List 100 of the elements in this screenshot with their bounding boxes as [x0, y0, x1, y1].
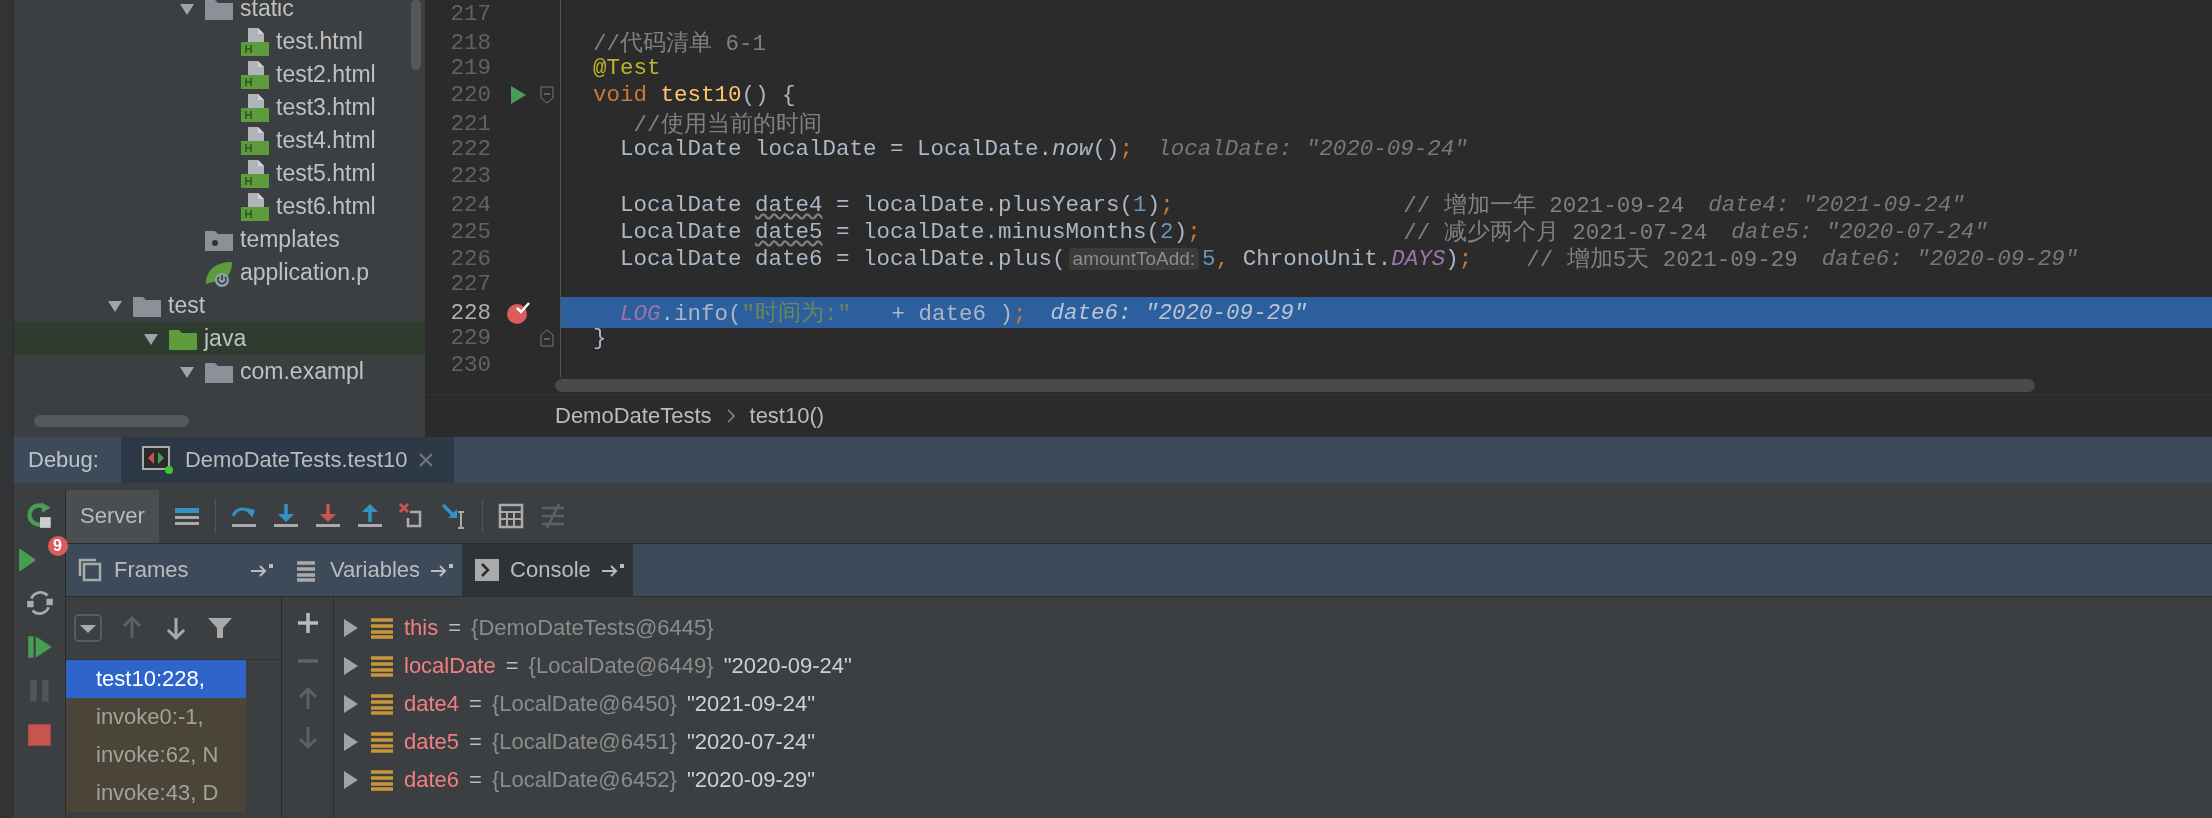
- line-number: 217: [449, 0, 492, 27]
- step-into-icon[interactable]: [271, 502, 300, 530]
- object-reference: {LocalDate@6452}: [491, 766, 677, 793]
- file-name[interactable]: test2.html: [276, 61, 376, 88]
- variable-name: date4: [404, 690, 460, 717]
- field-icon: [370, 691, 394, 716]
- chevron-icon: [725, 409, 736, 424]
- variable-name: date5: [404, 728, 460, 755]
- code-text: LocalDate date4 = localDate.plusYears(1);: [619, 191, 1174, 218]
- file-name[interactable]: test3.html: [276, 94, 376, 121]
- tab-label[interactable]: DemoDateTests.test10: [184, 447, 408, 473]
- run-icon[interactable]: [508, 84, 527, 105]
- stack-frame[interactable]: invoke0:-1,: [66, 697, 246, 736]
- step-out-icon[interactable]: [355, 502, 384, 530]
- stack-frame[interactable]: invoke:43, D: [66, 773, 246, 812]
- inline-value-hint: localDate: "2020-09-24": [1157, 135, 1468, 162]
- stack-frame[interactable]: test10:228,: [66, 659, 246, 698]
- code-comment: // 减少两个月 2021-07-24: [1402, 219, 1708, 247]
- scrollbar[interactable]: [34, 415, 189, 427]
- collapsed-arrow-icon[interactable]: [342, 617, 360, 638]
- line-number: 225: [449, 217, 492, 247]
- variable-value: "2020-09-24": [723, 652, 852, 679]
- inline-value-hint: date6: "2020-09-29": [1050, 299, 1308, 326]
- close-icon[interactable]: [417, 452, 434, 468]
- file-name[interactable]: test4.html: [276, 127, 376, 154]
- field-icon: [370, 615, 394, 640]
- folder-icon: [204, 0, 234, 21]
- variable-value: "2021-09-24": [686, 690, 816, 717]
- calculator-icon[interactable]: [496, 502, 525, 530]
- folder-name[interactable]: java: [204, 325, 247, 352]
- breadcrumb-item[interactable]: DemoDateTests: [555, 403, 712, 430]
- variable-name: date6: [404, 766, 460, 793]
- frames-icon: [78, 557, 104, 582]
- line-number: 223: [449, 162, 492, 189]
- file-name[interactable]: application.p: [240, 259, 370, 286]
- file-name[interactable]: test.html: [276, 28, 363, 55]
- code-text: 5, ChronoUnit.DAYS);: [1202, 245, 1473, 272]
- variable-value: "2020-07-24": [686, 728, 816, 755]
- field-icon: [370, 653, 394, 678]
- code-text: LocalDate date5 = localDate.minusMonths(2);: [619, 218, 1201, 245]
- code-comment: // 增加5天 2021-09-29: [1525, 246, 1798, 274]
- tree-item[interactable]: java: [14, 322, 425, 355]
- folder-name[interactable]: com.exampl: [240, 358, 364, 385]
- run-config-icon[interactable]: [140, 445, 175, 475]
- tab-label[interactable]: Console: [510, 556, 591, 583]
- html-file-icon: [240, 26, 270, 57]
- variable-value: "2020-09-29": [686, 766, 816, 793]
- scrollbar[interactable]: [555, 379, 2035, 393]
- html-file-icon: [240, 92, 270, 123]
- scrollbar[interactable]: [411, 0, 421, 70]
- folder-name[interactable]: static: [240, 0, 294, 22]
- html-file-icon: [240, 125, 270, 156]
- field-icon: [370, 729, 394, 754]
- collapsed-arrow-icon[interactable]: [342, 769, 360, 790]
- code-comment: // 增加一年 2021-09-24: [1402, 192, 1685, 220]
- tab-label[interactable]: Variables: [330, 556, 421, 583]
- code-text: LOG.info("时间为:" + date6 );: [619, 300, 1027, 328]
- line-number: 224: [449, 190, 492, 220]
- breadcrumb-item[interactable]: test10(): [749, 403, 825, 430]
- fold-icon[interactable]: [540, 85, 554, 104]
- line-number: 220: [449, 81, 492, 108]
- equals-sign: =: [505, 652, 519, 679]
- html-file-icon: [240, 59, 270, 90]
- collapsed-arrow-icon[interactable]: [342, 731, 360, 752]
- fold-icon[interactable]: [540, 328, 554, 347]
- collapsed-arrow-icon[interactable]: [342, 693, 360, 714]
- inline-value-hint: date6: "2020-09-29": [1821, 245, 2079, 272]
- equals-sign: =: [448, 614, 462, 641]
- variable-name: this: [404, 614, 439, 641]
- html-file-icon: [240, 191, 270, 222]
- code-text: LocalDate date6 = localDate.plus(: [619, 245, 1066, 272]
- panel-title: Debug:: [27, 447, 100, 473]
- variable-name: localDate: [404, 652, 496, 679]
- folder-name[interactable]: templates: [240, 226, 340, 253]
- dropdown-icon[interactable]: [74, 613, 102, 642]
- folder-name[interactable]: test: [168, 292, 206, 319]
- code-text: }: [593, 324, 607, 351]
- equals-sign: =: [469, 690, 482, 717]
- debug-tab[interactable]: DemoDateTests.test10: [120, 437, 454, 483]
- move-arrow-icon[interactable]: [600, 562, 625, 577]
- force-step-into-icon[interactable]: [313, 502, 342, 530]
- object-reference: {LocalDate@6450}: [491, 690, 677, 717]
- move-arrow-icon[interactable]: [430, 562, 455, 577]
- field-icon: [370, 767, 394, 792]
- parameter-hint: amountToAdd:: [1068, 247, 1200, 270]
- code-text: void test10() {: [593, 81, 796, 108]
- panel-tab[interactable]: Console: [462, 543, 633, 596]
- object-reference: {DemoDateTests@6445}: [471, 614, 714, 641]
- console-icon: [474, 557, 501, 582]
- toolbar-tab[interactable]: Server: [66, 489, 159, 543]
- file-name[interactable]: test6.html: [276, 193, 376, 220]
- file-name[interactable]: test5.html: [276, 160, 376, 187]
- move-arrow-icon[interactable]: [250, 562, 274, 577]
- collapsed-arrow-icon[interactable]: [342, 655, 360, 676]
- inline-value-hint: date5: "2020-07-24": [1731, 218, 1988, 245]
- tab-label[interactable]: Frames: [114, 556, 189, 583]
- stack-frame[interactable]: invoke:62, N: [66, 735, 246, 774]
- equals-sign: =: [469, 728, 482, 755]
- object-reference: {LocalDate@6449}: [528, 652, 714, 679]
- count-badge: 9: [47, 535, 68, 556]
